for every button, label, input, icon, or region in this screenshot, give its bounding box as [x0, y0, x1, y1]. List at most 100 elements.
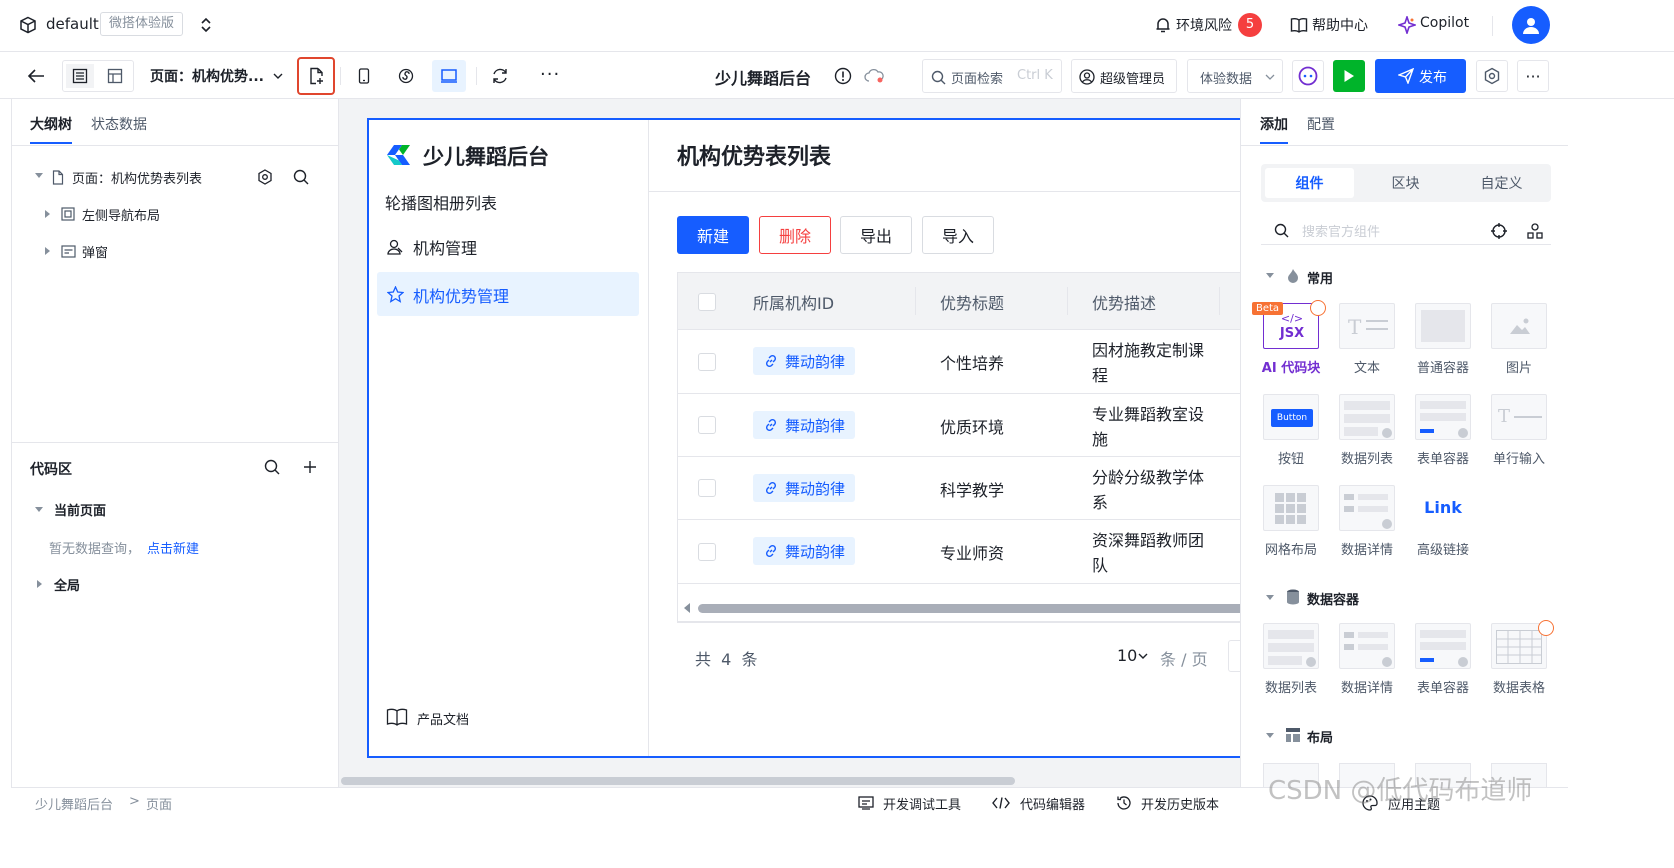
org-link-tag[interactable]: 舞动韵律 [753, 537, 856, 565]
table-row[interactable]: 舞动韵律 个性培养 因材施教定制课 程 [678, 330, 1240, 394]
preview-frame[interactable]: 少儿舞蹈后台 轮播图相册列表 机构管理 机构优势管理 产品文档 机构优势表列表 … [367, 118, 1240, 758]
table-row[interactable]: 舞动韵律 专业师资 资深舞蹈教师团 队 [678, 520, 1240, 584]
history-version-link[interactable]: 开发历史版本 [1141, 794, 1219, 813]
column-header[interactable]: 优势标题 [940, 290, 1004, 314]
seg-components[interactable]: 组件 [1265, 168, 1354, 198]
component-text[interactable]: T 文本 [1337, 303, 1397, 376]
publish-button[interactable]: 发布 [1375, 59, 1466, 93]
export-button[interactable]: 导出 [840, 216, 912, 254]
canvas-horizontal-scrollbar[interactable] [341, 777, 1015, 785]
org-link-tag[interactable]: 舞动韵律 [753, 411, 856, 439]
data-mode-select[interactable]: 体验数据 [1187, 59, 1283, 93]
create-button[interactable]: 新建 [677, 216, 749, 254]
delete-button[interactable]: 删除 [759, 216, 831, 254]
seg-custom[interactable]: 自定义 [1457, 168, 1546, 198]
org-link-tag[interactable]: 舞动韵律 [753, 347, 856, 375]
run-preview-button[interactable] [1333, 60, 1365, 92]
more-menu-button[interactable]: ··· [1517, 60, 1549, 92]
column-header[interactable]: 所属机构ID [753, 290, 834, 314]
tree-node-page[interactable]: 页面：机构优势表列表 [12, 163, 339, 191]
tab-config[interactable]: 配置 [1307, 114, 1335, 134]
nav-item-advantage[interactable]: 机构优势管理 [377, 272, 639, 316]
pc-preview-icon[interactable] [432, 60, 466, 92]
component-data-detail[interactable]: 数据详情 [1337, 623, 1397, 696]
row-checkbox[interactable] [698, 416, 716, 434]
breadcrumb-app[interactable]: 少儿舞蹈后台 [35, 794, 113, 813]
outline-view-icon[interactable] [66, 64, 94, 88]
settings-hex-icon[interactable] [1476, 60, 1508, 92]
nav-item-org[interactable]: 机构管理 [413, 235, 477, 259]
row-checkbox[interactable] [698, 353, 716, 371]
refresh-icon[interactable] [488, 64, 512, 88]
column-header[interactable]: 优势描述 [1092, 290, 1156, 314]
component-advanced-link[interactable]: Link 高级链接 [1413, 485, 1473, 558]
create-query-link[interactable]: 点击新建 [147, 538, 199, 557]
component-image[interactable]: 图片 [1489, 303, 1549, 376]
component-data-table[interactable]: 数据表格 [1489, 620, 1554, 696]
scroll-left-icon[interactable] [682, 602, 692, 614]
tab-add[interactable]: 添加 [1260, 114, 1288, 134]
table-horizontal-scrollbar[interactable] [698, 604, 1240, 613]
miniprogram-preview-icon[interactable] [394, 64, 418, 88]
current-page-section[interactable]: 当前页面 [54, 500, 106, 519]
breadcrumb-page[interactable]: 页面 [146, 794, 172, 813]
chevron-down-icon[interactable] [1137, 650, 1149, 662]
component-container[interactable]: 普通容器 [1413, 303, 1473, 376]
dev-tools-link[interactable]: 开发调试工具 [883, 794, 961, 813]
chevron-down-icon[interactable] [270, 66, 286, 86]
nav-item-carousel[interactable]: 轮播图相册列表 [385, 190, 497, 214]
component-market-icon[interactable] [1525, 221, 1545, 241]
search-icon[interactable] [291, 167, 311, 187]
component-data-detail[interactable]: 数据详情 [1337, 485, 1397, 558]
row-checkbox[interactable] [698, 543, 716, 561]
component-form-container[interactable]: 表单容器 [1413, 623, 1473, 696]
page-select[interactable]: 页面：机构优势... [150, 66, 264, 86]
env-name[interactable]: default [46, 15, 99, 33]
page-search-input[interactable]: 页面检索 Ctrl K [922, 59, 1062, 93]
pagination-input[interactable] [1228, 640, 1240, 672]
import-button[interactable]: 导入 [922, 216, 994, 254]
seg-blocks[interactable]: 区块 [1361, 168, 1450, 198]
tree-node-modal[interactable]: 弹窗 [12, 238, 339, 264]
caret-down-icon[interactable] [1265, 593, 1275, 603]
bell-icon[interactable] [1152, 14, 1174, 36]
switch-env-icon[interactable] [196, 14, 216, 36]
cloud-sync-icon[interactable] [862, 64, 886, 88]
tree-node-sidenav[interactable]: 左侧导航布局 [12, 201, 339, 227]
new-page-button[interactable] [297, 57, 335, 95]
component-button[interactable]: Button 按钮 [1261, 394, 1321, 467]
mobile-preview-icon[interactable] [352, 64, 376, 88]
component-form-container[interactable]: 表单容器 [1413, 394, 1473, 467]
page-settings-icon[interactable] [255, 167, 275, 187]
back-arrow-icon[interactable] [24, 64, 48, 88]
caret-down-icon[interactable] [1265, 731, 1275, 741]
plus-icon[interactable] [300, 457, 320, 477]
help-center-link[interactable]: 帮助中心 [1312, 15, 1368, 35]
role-switch-button[interactable]: 超级管理员 [1071, 59, 1177, 93]
row-checkbox[interactable] [698, 479, 716, 497]
code-editor-link[interactable]: 代码编辑器 [1020, 794, 1085, 813]
caret-down-icon[interactable] [34, 505, 44, 515]
component-data-list[interactable]: 数据列表 [1337, 394, 1397, 467]
info-icon[interactable] [832, 64, 854, 88]
select-all-checkbox[interactable] [698, 293, 716, 311]
tab-state-data[interactable]: 状态数据 [91, 114, 147, 134]
table-row[interactable]: 舞动韵律 科学教学 分龄分级教学体 系 [678, 457, 1240, 520]
layout-view-icon[interactable] [101, 64, 129, 88]
avatar[interactable] [1512, 6, 1550, 44]
table-row[interactable]: 舞动韵律 优质环境 专业舞蹈教室设 施 [678, 394, 1240, 457]
component-data-list[interactable]: 数据列表 [1261, 623, 1321, 696]
locate-icon[interactable] [1489, 221, 1509, 241]
ai-assistant-icon[interactable] [1292, 60, 1324, 92]
component-grid-layout[interactable]: 网格布局 [1261, 485, 1321, 558]
copilot-button[interactable]: Copilot [1420, 15, 1469, 31]
org-link-tag[interactable]: 舞动韵律 [753, 474, 856, 502]
more-icon[interactable]: ··· [540, 64, 560, 85]
component-single-input[interactable]: T 单行输入 [1489, 394, 1549, 467]
search-icon[interactable] [262, 457, 282, 477]
page-size-value[interactable]: 10 [1117, 646, 1137, 665]
product-doc-link[interactable]: 产品文档 [417, 709, 469, 728]
risk-label[interactable]: 环境风险 [1176, 15, 1232, 35]
caret-down-icon[interactable] [1265, 271, 1275, 281]
tab-outline[interactable]: 大纲树 [30, 114, 72, 134]
